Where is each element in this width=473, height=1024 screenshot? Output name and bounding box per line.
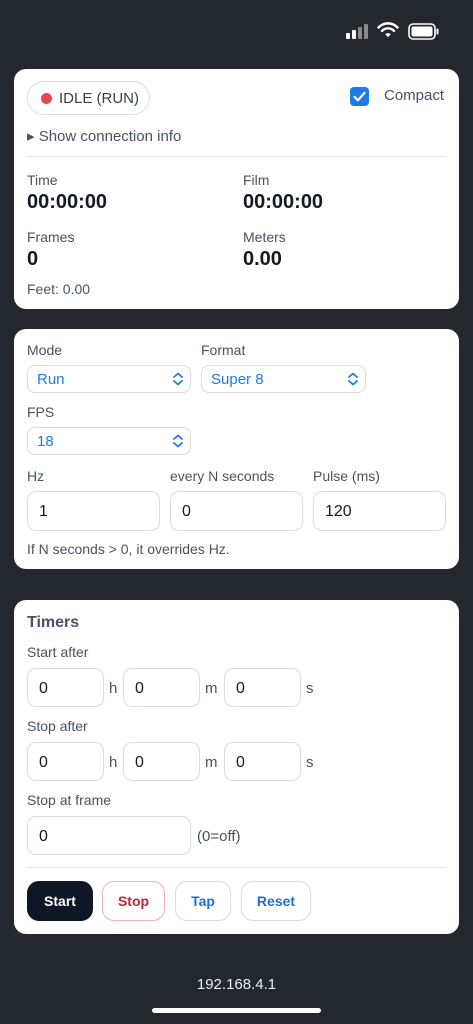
hz-label: Hz <box>27 468 45 484</box>
battery-icon <box>408 23 439 45</box>
compact-label[interactable]: Compact <box>384 87 444 104</box>
chevron-up-down-icon <box>173 372 183 386</box>
timers-card: Timers Start after 0 h 0 m 0 s Stop afte… <box>14 600 459 934</box>
reset-button[interactable]: Reset <box>241 881 311 921</box>
time-value: 00:00:00 <box>27 191 108 213</box>
frames-value: 0 <box>27 248 39 270</box>
frames-label: Frames <box>27 229 75 245</box>
every-n-seconds-label: every N seconds <box>170 468 275 484</box>
meters-value: 0.00 <box>243 248 282 270</box>
timers-title: Timers <box>27 614 80 631</box>
feet-readout: Feet: 0.00 <box>27 281 91 297</box>
fps-select[interactable]: 18 <box>27 427 191 455</box>
stop-at-frame-value: 0 <box>39 828 48 845</box>
start-seconds-value: 0 <box>236 680 245 697</box>
minutes-unit: m <box>205 754 218 771</box>
mode-select-value: Run <box>37 371 65 388</box>
show-connection-info-toggle[interactable]: ▸ Show connection info <box>27 127 181 145</box>
seconds-unit: s <box>306 754 314 771</box>
start-hours-value: 0 <box>39 680 48 697</box>
chevron-up-down-icon <box>173 434 183 448</box>
stop-minutes-value: 0 <box>135 754 144 771</box>
home-indicator[interactable] <box>152 1008 321 1013</box>
start-button[interactable]: Start <box>27 881 93 921</box>
start-minutes-value: 0 <box>135 680 144 697</box>
stop-seconds-value: 0 <box>236 754 245 771</box>
tap-button[interactable]: Tap <box>175 881 231 921</box>
cellular-signal-icon <box>346 23 370 39</box>
every-n-seconds-input[interactable]: 0 <box>170 491 303 531</box>
format-label: Format <box>201 342 246 358</box>
format-select-value: Super 8 <box>211 371 264 388</box>
hours-unit: h <box>109 754 118 771</box>
stop-button[interactable]: Stop <box>102 881 165 921</box>
compact-checkbox[interactable] <box>350 87 369 106</box>
seconds-unit: s <box>306 680 314 697</box>
stop-after-label: Stop after <box>27 718 88 734</box>
mode-select[interactable]: Run <box>27 365 191 393</box>
format-select[interactable]: Super 8 <box>201 365 366 393</box>
start-after-label: Start after <box>27 644 89 660</box>
checkmark-icon <box>353 91 366 102</box>
status-badge: IDLE (RUN) <box>27 81 150 115</box>
hz-input-value: 1 <box>39 503 48 520</box>
divider <box>27 156 446 157</box>
film-label: Film <box>243 172 270 188</box>
fps-select-value: 18 <box>37 433 54 450</box>
hz-override-note: If N seconds > 0, it overrides Hz. <box>27 541 230 557</box>
stop-minutes-input[interactable]: 0 <box>123 742 200 781</box>
start-seconds-input[interactable]: 0 <box>224 668 301 707</box>
ios-status-bar <box>0 0 473 60</box>
every-n-seconds-value: 0 <box>182 503 191 520</box>
start-minutes-input[interactable]: 0 <box>123 668 200 707</box>
start-hours-input[interactable]: 0 <box>27 668 104 707</box>
film-value: 00:00:00 <box>243 191 324 213</box>
wifi-icon <box>377 21 399 44</box>
stop-seconds-input[interactable]: 0 <box>224 742 301 781</box>
status-label: IDLE (RUN) <box>59 90 140 107</box>
status-card: IDLE (RUN) Compact ▸ Show connection inf… <box>14 69 459 309</box>
chevron-up-down-icon <box>348 372 358 386</box>
stop-at-frame-label: Stop at frame <box>27 792 112 808</box>
hours-unit: h <box>109 680 118 697</box>
pulse-label: Pulse (ms) <box>313 468 380 484</box>
meters-label: Meters <box>243 229 286 245</box>
stop-hours-input[interactable]: 0 <box>27 742 104 781</box>
minutes-unit: m <box>205 680 218 697</box>
stop-at-frame-input[interactable]: 0 <box>27 816 191 855</box>
settings-card: Mode Run Format Super 8 FPS 18 Hz 1 ever… <box>14 329 459 569</box>
device-ip-address: 192.168.4.1 <box>196 976 277 993</box>
stop-hours-value: 0 <box>39 754 48 771</box>
pulse-input[interactable]: 120 <box>313 491 446 531</box>
divider <box>27 867 446 868</box>
mode-label: Mode <box>27 342 63 358</box>
time-label: Time <box>27 172 58 188</box>
status-dot-icon <box>41 93 52 104</box>
stop-at-frame-hint: (0=off) <box>197 828 241 845</box>
pulse-input-value: 120 <box>325 503 352 520</box>
hz-input[interactable]: 1 <box>27 491 160 531</box>
fps-label: FPS <box>27 404 55 420</box>
